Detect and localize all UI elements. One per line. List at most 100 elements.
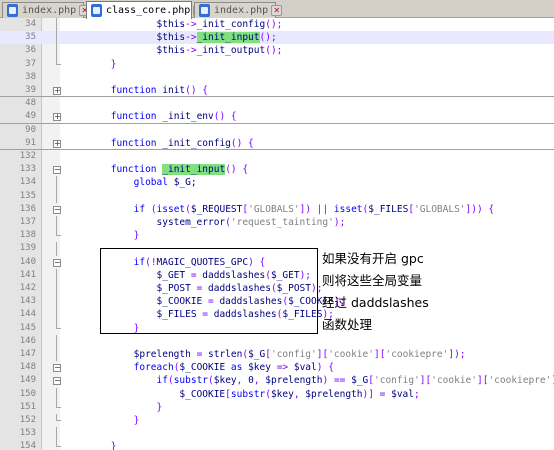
fold-guide-line — [56, 427, 57, 441]
annotation-line: 函数处理 — [322, 317, 373, 332]
line-number: 150 — [19, 388, 36, 399]
tab-label: index.php — [214, 5, 269, 16]
line-number: 154 — [19, 441, 36, 450]
fold-collapse-icon[interactable]: − — [53, 364, 61, 373]
line-number: 133 — [19, 164, 36, 175]
line-number: 136 — [19, 203, 36, 214]
line-number: 149 — [19, 375, 36, 386]
line-number: 151 — [19, 401, 36, 412]
code-line[interactable]: 48 — [0, 97, 554, 110]
fold-guide-line — [56, 44, 57, 58]
fold-guide-line — [56, 282, 57, 296]
fold-collapse-icon[interactable]: − — [53, 377, 61, 386]
code-line[interactable]: 49 + function _init_env() { — [0, 110, 554, 124]
code-line[interactable]: 34 $this->_init_config(); — [0, 18, 554, 32]
line-number: 139 — [19, 243, 36, 254]
code-line[interactable]: 146 — [0, 334, 554, 348]
code-line[interactable]: 90 — [0, 124, 554, 137]
fold-guide-line — [56, 242, 57, 256]
annotation-line: 则将这些全局变量 — [322, 273, 423, 288]
fold-guide-line — [56, 295, 57, 309]
code-text: } — [156, 401, 163, 413]
annotation-line: 如果没有开启 gpc — [322, 251, 424, 266]
code-text: function init() { — [110, 85, 209, 96]
code-text: $prelength = strlen($_G['config']['cooki… — [133, 349, 466, 360]
code-line[interactable]: 138 } — [0, 229, 554, 242]
code-line[interactable]: 35 $this->_init_input(); — [0, 31, 554, 45]
fold-guide-line — [56, 387, 57, 401]
line-number: 146 — [19, 335, 36, 346]
fold-collapse-icon[interactable]: − — [53, 205, 61, 214]
code-text: if(substr($key, 0, $prelength) == $_G['c… — [156, 375, 554, 387]
line-number: 134 — [19, 177, 36, 188]
code-text: } — [110, 441, 117, 450]
fold-end-marker — [56, 400, 61, 408]
code-line[interactable]: 38 — [0, 71, 554, 84]
code-line[interactable]: 132 — [0, 150, 554, 163]
fold-collapse-icon[interactable]: − — [53, 258, 61, 267]
code-text: $this->_init_output(); — [156, 45, 283, 57]
line-number: 143 — [19, 296, 36, 307]
line-number: 153 — [19, 428, 36, 439]
line-number: 39 — [25, 85, 36, 95]
code-line[interactable]: 136 − if (isset($_REQUEST['GLOBALS']) || … — [0, 203, 554, 216]
line-number: 90 — [25, 124, 36, 135]
code-text: $this->_init_config(); — [156, 19, 283, 30]
annotation-line: 经过 daddslashes — [322, 295, 429, 310]
fold-expand-icon[interactable]: + — [53, 139, 61, 148]
fold-guide-line — [56, 189, 57, 203]
line-number: 35 — [25, 32, 36, 43]
code-text: function _init_input() { — [110, 164, 249, 176]
code-line[interactable]: 149 − if(substr($key, 0, $prelength) == $… — [0, 374, 554, 387]
code-line[interactable]: 151 } — [0, 400, 554, 414]
fold-guide-line — [56, 216, 57, 230]
fold-end-marker — [56, 440, 61, 448]
code-line[interactable]: 133 − function _init_input() { — [0, 163, 554, 176]
code-text: system_error('request_tainting'); — [156, 217, 346, 228]
tab-label: class_core.php — [106, 5, 191, 16]
code-line[interactable]: 137 system_error('request_tainting'); — [0, 216, 554, 230]
annotation-box — [100, 248, 318, 334]
code-editor[interactable]: 34 $this->_init_config(); 35 $this->_init… — [0, 18, 554, 450]
php-file-icon — [199, 4, 210, 17]
fold-end-marker — [56, 414, 61, 421]
code-line[interactable]: 91 + function _init_config() { — [0, 137, 554, 150]
fold-collapse-icon[interactable]: − — [53, 166, 61, 175]
fold-guide-line — [56, 308, 57, 322]
fold-expand-icon[interactable]: + — [53, 87, 61, 95]
code-line[interactable]: 152 } — [0, 414, 554, 427]
tab-index-php-2[interactable]: index.php ✕ — [194, 2, 283, 18]
code-line[interactable]: 154 } — [0, 440, 554, 450]
code-line[interactable]: 135 — [0, 189, 554, 203]
code-line[interactable]: 148 − foreach($_COOKIE as $key => $val) { — [0, 361, 554, 374]
fold-guide-line — [56, 176, 57, 190]
code-text: } — [133, 230, 140, 242]
code-line[interactable]: 150 $_COOKIE[substr($key, $prelength)] =… — [0, 387, 554, 401]
line-number: 148 — [19, 362, 36, 373]
code-line[interactable]: 39 + function init() { — [0, 84, 554, 98]
close-icon[interactable]: ✕ — [271, 5, 283, 16]
code-line[interactable]: 134 global $_G; — [0, 176, 554, 190]
tab-index-php-1[interactable]: index.php ✕ — [2, 2, 91, 18]
line-number: 49 — [25, 111, 36, 122]
line-number: 144 — [19, 309, 36, 320]
fold-end-marker — [56, 321, 61, 329]
code-line[interactable]: 36 $this->_init_output(); — [0, 44, 554, 58]
code-line[interactable]: 153 — [0, 427, 554, 441]
line-number: 36 — [25, 45, 36, 56]
line-number: 37 — [25, 58, 36, 69]
tab-bar: index.php ✕ class_core.php ✕ index.php ✕ — [0, 0, 554, 19]
fold-end-marker — [56, 57, 61, 65]
tab-class-core-php[interactable]: class_core.php ✕ — [86, 1, 205, 19]
code-text: if (isset($_REQUEST['GLOBALS']) || isset… — [133, 203, 495, 215]
line-number: 140 — [19, 256, 36, 267]
tab-label: index.php — [22, 5, 77, 16]
line-number: 141 — [19, 269, 36, 280]
code-line[interactable]: 37 } — [0, 57, 554, 71]
fold-guide-line — [56, 268, 57, 282]
code-line[interactable]: 147 $prelength = strlen($_G['config']['c… — [0, 348, 554, 362]
fold-expand-icon[interactable]: + — [53, 113, 61, 122]
line-number: 142 — [19, 283, 36, 293]
fold-guide-line — [56, 31, 57, 45]
fold-guide-line — [56, 348, 57, 362]
